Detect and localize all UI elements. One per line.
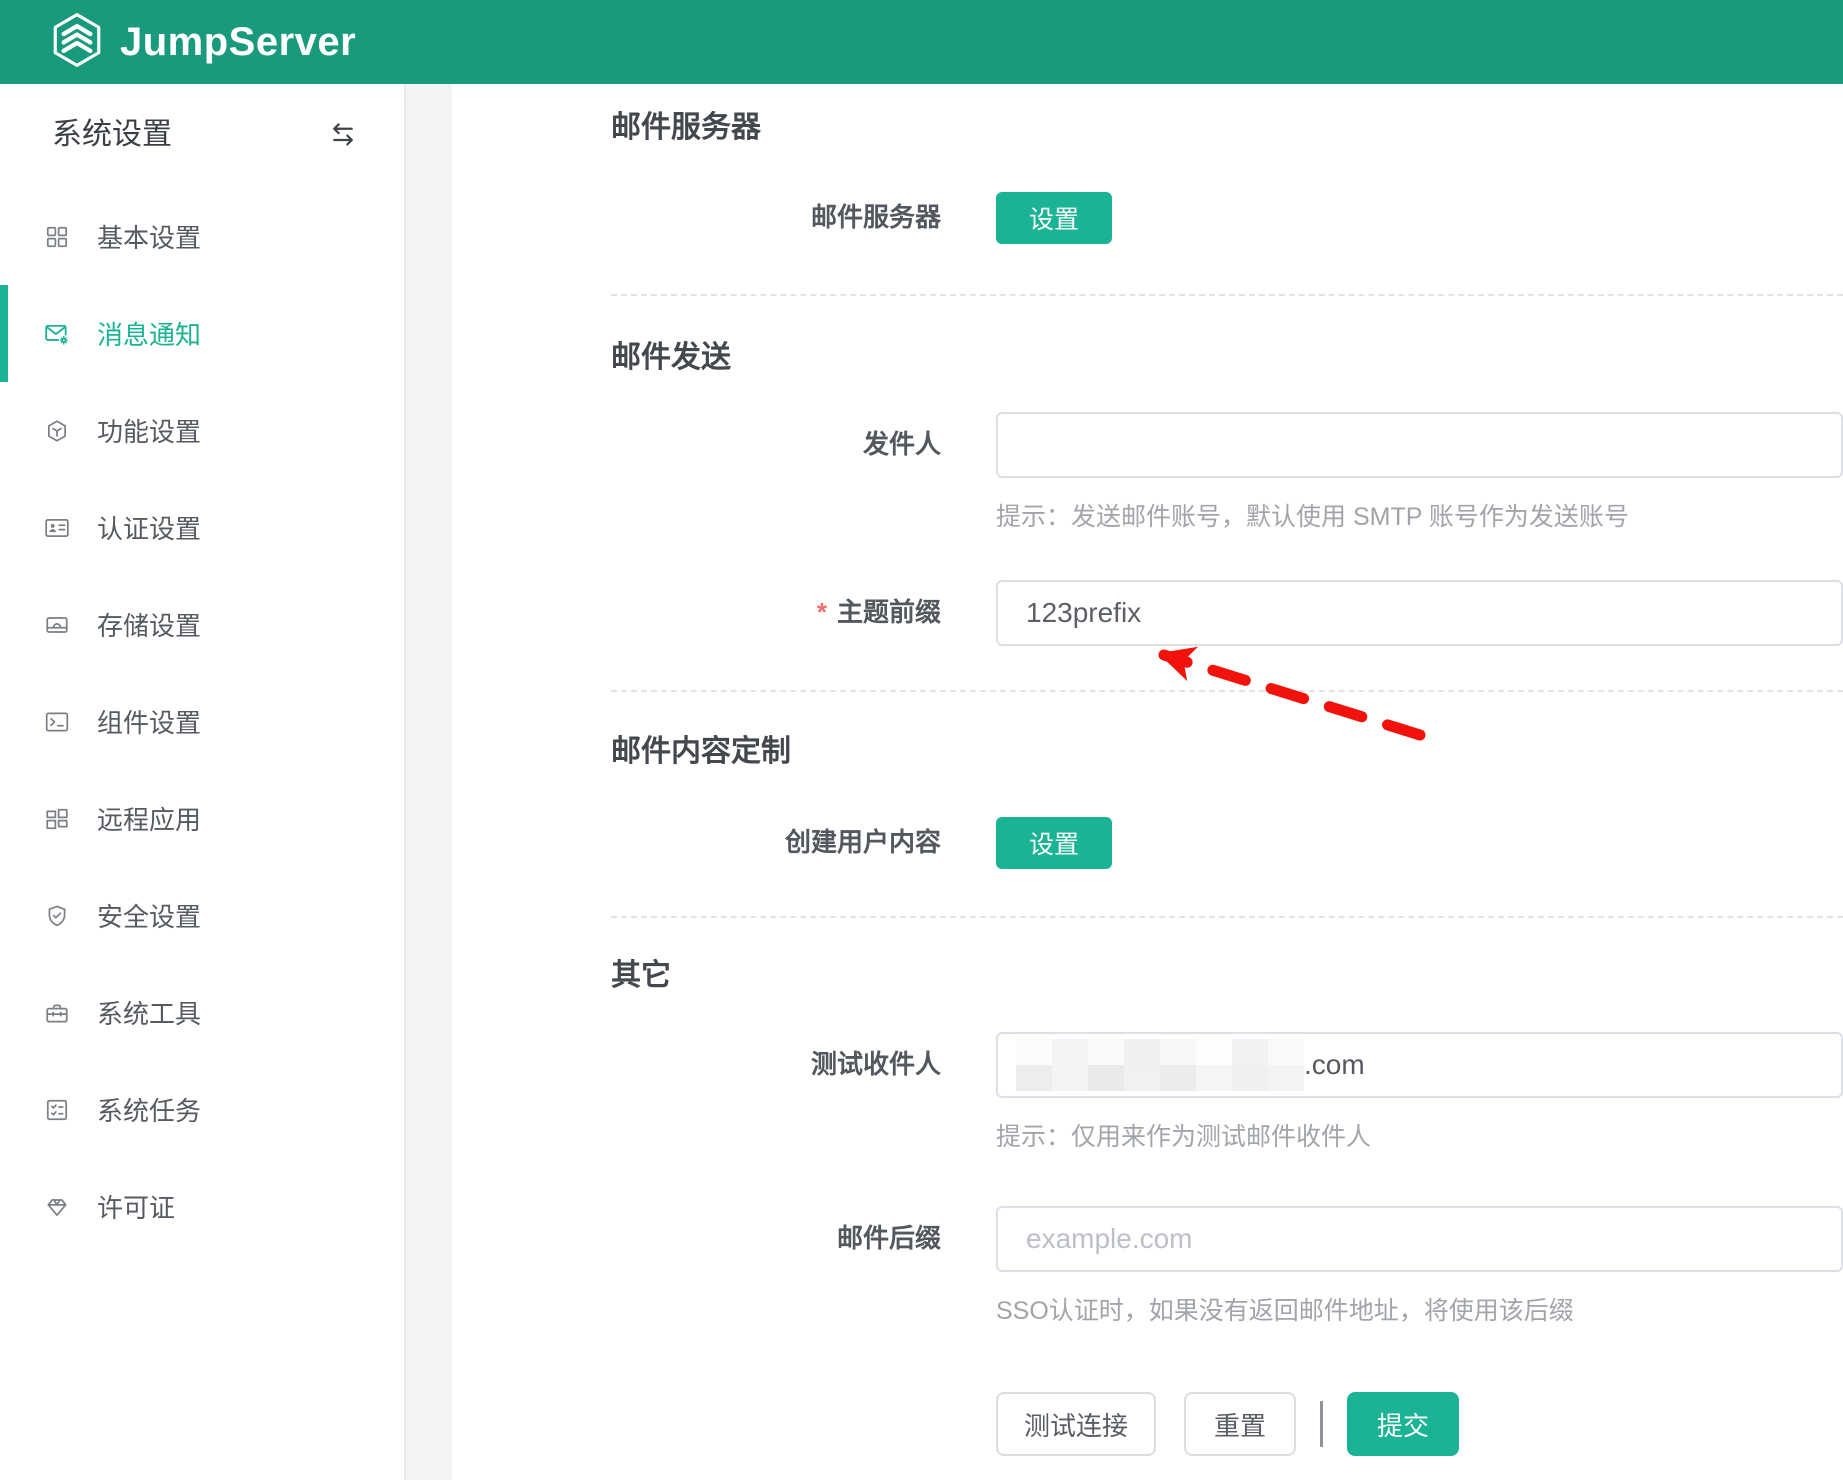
grid-icon xyxy=(44,224,70,250)
section-title-mail-content: 邮件内容定制 xyxy=(611,730,1843,774)
mail-gear-icon xyxy=(44,321,70,347)
sidebar-item-label: 远程应用 xyxy=(97,800,201,837)
create-user-content-label: 创建用户内容 xyxy=(611,827,941,858)
email-suffix-label: 邮件后缀 xyxy=(611,1223,941,1254)
task-list-icon xyxy=(44,1097,70,1123)
sidebar-item-label: 存储设置 xyxy=(97,606,201,643)
sidebar-item-label: 基本设置 xyxy=(97,218,201,255)
sender-input[interactable] xyxy=(996,412,1843,478)
settings-form: 邮件服务器 邮件服务器 设置 邮件发送 发件人 提示：发送邮件账号，默认使用 S… xyxy=(452,84,1843,1480)
sidebar-item-system-tasks[interactable]: 系统任务 xyxy=(0,1061,404,1158)
test-recipient-hint: 提示：仅用来作为测试邮件收件人 xyxy=(996,1122,1843,1152)
redacted-email-suffix: .com xyxy=(1304,1049,1365,1081)
section-divider xyxy=(611,916,1843,918)
brand-logo[interactable]: JumpServer xyxy=(48,11,356,74)
email-suffix-input[interactable] xyxy=(996,1206,1843,1272)
sender-hint: 提示：发送邮件账号，默认使用 SMTP 账号作为发送账号 xyxy=(996,502,1843,532)
mail-server-row: 邮件服务器 设置 xyxy=(611,192,1843,244)
jumpserver-hexagon-icon xyxy=(48,11,106,74)
terminal-icon xyxy=(44,709,70,735)
license-gem-icon xyxy=(44,1194,70,1220)
shield-check-icon xyxy=(44,903,70,929)
actions-separator xyxy=(1320,1401,1323,1447)
sidebar-item-security-settings[interactable]: 安全设置 xyxy=(0,867,404,964)
cube-icon xyxy=(44,418,70,444)
create-user-content-setting-button[interactable]: 设置 xyxy=(996,817,1112,869)
storage-icon xyxy=(44,612,70,638)
sidebar-item-message-notification[interactable]: 消息通知 xyxy=(0,285,404,382)
brand-name: JumpServer xyxy=(120,22,356,62)
section-title-mail-server: 邮件服务器 xyxy=(611,106,1843,150)
sidebar-title: 系统设置 xyxy=(52,108,172,162)
sender-row: 发件人 xyxy=(611,412,1843,478)
sidebar-item-auth-settings[interactable]: 认证设置 xyxy=(0,479,404,576)
subject-prefix-label: *主题前缀 xyxy=(611,597,941,628)
sidebar-item-license[interactable]: 许可证 xyxy=(0,1158,404,1255)
test-recipient-input[interactable]: .com xyxy=(996,1032,1843,1098)
swap-arrows-icon[interactable] xyxy=(326,118,360,152)
test-recipient-row: 测试收件人 .com xyxy=(611,1032,1843,1098)
section-divider xyxy=(611,294,1843,296)
submit-button[interactable]: 提交 xyxy=(1347,1392,1459,1456)
page-gutter xyxy=(406,84,452,1480)
sidebar-item-system-tools[interactable]: 系统工具 xyxy=(0,964,404,1061)
sidebar-header: 系统设置 xyxy=(0,84,404,162)
toolbox-icon xyxy=(44,1000,70,1026)
page: JumpServer 系统设置 基本设置 xyxy=(0,0,1843,1480)
sidebar-item-feature-settings[interactable]: 功能设置 xyxy=(0,382,404,479)
sidebar-item-label: 安全设置 xyxy=(97,897,201,934)
sidebar-item-label: 许可证 xyxy=(97,1188,175,1225)
id-card-icon xyxy=(44,515,70,541)
test-connection-button[interactable]: 测试连接 xyxy=(996,1392,1156,1456)
section-divider xyxy=(611,690,1843,692)
sidebar-item-label: 系统工具 xyxy=(97,994,201,1031)
test-recipient-label: 测试收件人 xyxy=(611,1049,941,1080)
sidebar-item-component-settings[interactable]: 组件设置 xyxy=(0,673,404,770)
section-title-mail-send: 邮件发送 xyxy=(611,336,1843,380)
sidebar-item-basic-settings[interactable]: 基本设置 xyxy=(0,188,404,285)
app-windows-icon xyxy=(44,806,70,832)
subject-prefix-input[interactable] xyxy=(996,580,1843,646)
sidebar-menu: 基本设置 消息通知 xyxy=(0,188,404,1255)
sidebar-item-label: 消息通知 xyxy=(97,315,201,352)
sidebar-item-remote-app[interactable]: 远程应用 xyxy=(0,770,404,867)
email-suffix-hint: SSO认证时，如果没有返回邮件地址，将使用该后缀 xyxy=(996,1296,1843,1326)
sidebar: 系统设置 基本设置 xyxy=(0,84,406,1480)
sidebar-item-label: 组件设置 xyxy=(97,703,201,740)
app-header: JumpServer xyxy=(0,0,1843,84)
sidebar-item-label: 系统任务 xyxy=(97,1091,201,1128)
section-title-other: 其它 xyxy=(611,954,1843,998)
sidebar-item-label: 功能设置 xyxy=(97,412,201,449)
subject-prefix-row: *主题前缀 xyxy=(611,580,1843,646)
mail-server-label: 邮件服务器 xyxy=(611,202,941,233)
form-actions: 测试连接 重置 提交 xyxy=(996,1392,1843,1456)
mail-server-setting-button[interactable]: 设置 xyxy=(996,192,1112,244)
sidebar-item-label: 认证设置 xyxy=(97,509,201,546)
sender-label: 发件人 xyxy=(611,429,941,460)
create-user-content-row: 创建用户内容 设置 xyxy=(611,817,1843,869)
sidebar-item-storage-settings[interactable]: 存储设置 xyxy=(0,576,404,673)
redacted-email-blur xyxy=(1016,1039,1304,1091)
email-suffix-row: 邮件后缀 xyxy=(611,1206,1843,1272)
required-mark: * xyxy=(817,597,827,627)
reset-button[interactable]: 重置 xyxy=(1184,1392,1296,1456)
